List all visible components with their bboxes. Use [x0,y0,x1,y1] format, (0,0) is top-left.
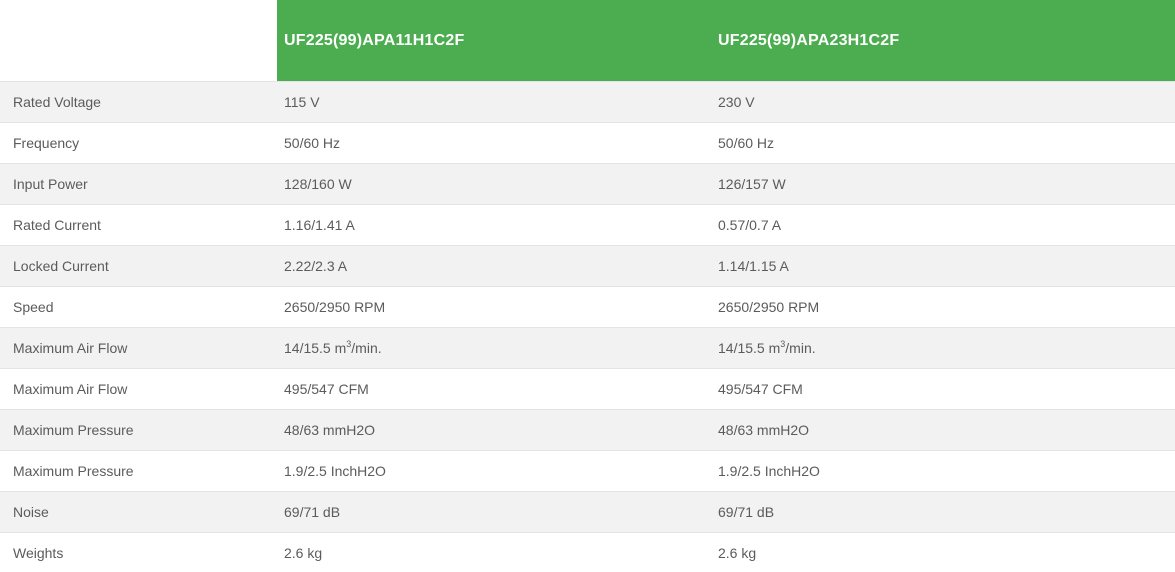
table-row: Maximum Air Flow 14/15.5 m 3/min. 14/15.5 m… [0,327,1175,368]
row-value-col2: 48/63 mmH2O [718,422,810,438]
row-value-col1: 69/71 dB [284,504,341,520]
row-label: Locked Current [13,258,109,274]
row-value-col2: 495/547 CFM [718,381,803,397]
table-row: Rated Voltage 115 V 230 V [0,81,1175,122]
row-value-col1: 115 V [284,94,320,110]
spec-rows: Rated Voltage 115 V 230 V Frequency 50/60 Hz… [0,81,1175,572]
row-value-col2: 1.14/1.15 A [718,258,789,274]
row-label: Noise [13,504,49,520]
column-header-product-1: UF225(99)APA11H1C2F [277,0,711,81]
row-label: Rated Current [13,217,101,233]
table-row: Maximum Air Flow 495/547 CFM 495/547 CFM [0,368,1175,409]
table-header-row: UF225(99)APA11H1C2F UF225(99)APA23H1C2F [0,0,1175,81]
row-value-col1: 495/547 CFM [284,381,369,397]
row-value-col2: 14/15.5 m 3/min. [718,338,816,356]
row-value-col2: 230 V [718,94,755,110]
table-row: Input Power 128/160 W 126/157 W [0,163,1175,204]
row-value-col1: 48/63 mmH2O [284,422,376,438]
row-label: Maximum Pressure [13,463,134,479]
row-value-col2: 0.57/0.7 A [718,217,782,233]
header-corner-cell [0,0,277,81]
row-value-col1: 2.22/2.3 A [284,258,348,274]
table-row: Noise 69/71 dB 69/71 dB [0,491,1175,532]
row-value-col1: 1.9/2.5 InchH2O [284,463,386,479]
row-value-col1: 128/160 W [284,176,352,192]
row-value-col2: 50/60 Hz [718,135,775,151]
row-value-col1: 14/15.5 m 3/min. [284,338,382,356]
table-row: Maximum Pressure 1.9/2.5 InchH2O 1.9/2.5 I… [0,450,1175,491]
table-row: Rated Current 1.16/1.41 A 0.57/0.7 A [0,204,1175,245]
row-value-col1: 2650/2950 RPM [284,299,386,315]
row-label: Weights [13,545,64,561]
row-label: Input Power [13,176,88,192]
row-label: Maximum Air Flow [13,340,128,356]
column-header-product-2: UF225(99)APA23H1C2F [711,0,1175,81]
row-label: Maximum Air Flow [13,381,128,397]
row-value-col2: 69/71 dB [718,504,775,520]
table-row: Frequency 50/60 Hz 50/60 Hz [0,122,1175,163]
table-row: Speed 2650/2950 RPM 2650/2950 RPM [0,286,1175,327]
row-value-col1: 50/60 Hz [284,135,341,151]
row-label: Frequency [13,135,80,151]
product-spec-table: UF225(99)APA11H1C2F UF225(99)APA23H1C2F … [0,0,1175,572]
row-value-col2: 1.9/2.5 InchH2O [718,463,820,479]
table-row: Locked Current 2.22/2.3 A 1.14/1.15 A [0,245,1175,286]
row-value-col2: 126/157 W [718,176,786,192]
row-label: Maximum Pressure [13,422,134,438]
row-value-col2: 2650/2950 RPM [718,299,820,315]
row-label: Speed [13,299,54,315]
row-label: Rated Voltage [13,94,101,110]
table-row: Maximum Pressure 48/63 mmH2O 48/63 mmH2O [0,409,1175,450]
row-value-col1: 2.6 kg [284,545,323,561]
row-value-col2: 2.6 kg [718,545,757,561]
row-value-col1: 1.16/1.41 A [284,217,355,233]
table-row: Weights 2.6 kg 2.6 kg [0,532,1175,572]
